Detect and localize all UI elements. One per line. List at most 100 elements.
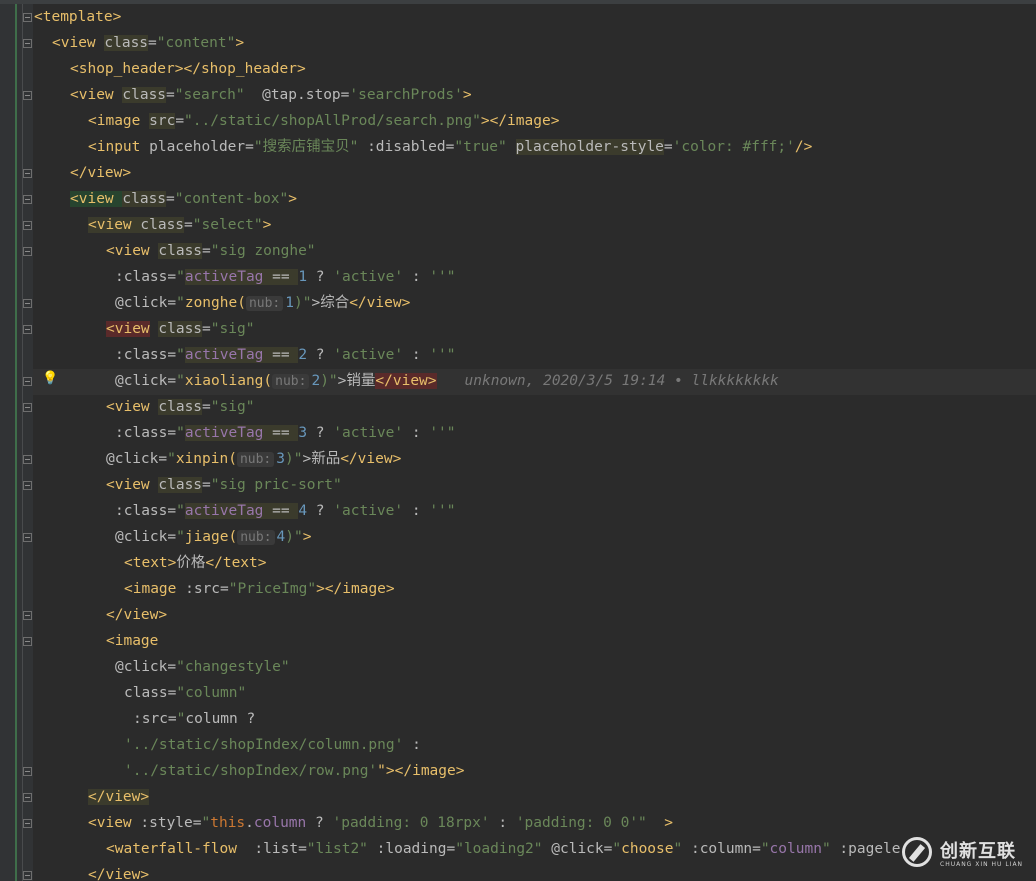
code-token: class — [158, 243, 203, 259]
fold-toggle-icon[interactable] — [23, 637, 32, 646]
code-line[interactable]: <view class="sig pric-sort" — [106, 472, 342, 498]
fold-toggle-icon[interactable] — [23, 39, 32, 48]
code-token: ? — [306, 815, 333, 831]
code-token: </view> — [88, 867, 150, 881]
parameter-hint: nub: — [236, 452, 275, 467]
code-line[interactable]: </view> — [106, 602, 167, 628]
fold-toggle-icon[interactable] — [23, 533, 32, 542]
fold-toggle-icon[interactable] — [23, 221, 32, 230]
fold-toggle-icon[interactable] — [23, 793, 32, 802]
code-line[interactable]: :class="activeTag == 2 ? 'active' : ''" — [115, 342, 456, 368]
code-token: </view> — [340, 451, 402, 467]
fold-toggle-icon[interactable] — [23, 169, 32, 178]
fold-toggle-icon[interactable] — [23, 819, 32, 828]
code-line[interactable]: <view class="select"> — [88, 212, 271, 238]
code-token: "sig" — [210, 321, 255, 337]
fold-toggle-icon[interactable] — [23, 611, 32, 620]
code-token: column ? — [185, 711, 256, 727]
code-line[interactable]: <template> — [34, 4, 121, 30]
code-line[interactable]: </view> — [88, 784, 150, 810]
code-line[interactable]: <view class="sig zonghe" — [106, 238, 316, 264]
code-token: ></image> — [480, 113, 560, 129]
code-token: = — [166, 87, 175, 103]
code-token: >销量 — [337, 373, 376, 389]
code-token: 4 — [276, 529, 286, 545]
fold-toggle-icon[interactable] — [23, 91, 32, 100]
code-line[interactable]: <view class="content-box"> — [70, 186, 297, 212]
code-token: > — [462, 87, 472, 103]
code-line[interactable]: </view> — [70, 160, 131, 186]
code-line[interactable]: <view :style="this.column ? 'padding: 0 … — [88, 810, 673, 836]
fold-toggle-icon[interactable] — [23, 13, 32, 22]
code-token: @click= — [542, 841, 613, 857]
fold-toggle-icon[interactable] — [23, 299, 32, 308]
code-token: placeholder= — [149, 139, 254, 155]
code-token: "column" — [176, 685, 247, 701]
code-token: column — [253, 815, 307, 831]
code-token: zonghe( — [184, 295, 246, 311]
code-token: " — [201, 815, 211, 831]
fold-toggle-icon[interactable] — [23, 455, 32, 464]
code-line[interactable]: <shop_header></shop_header> — [70, 56, 306, 82]
code-token: :pag — [830, 841, 875, 857]
code-token: :src= — [185, 581, 229, 597]
code-line[interactable]: '../static/shopIndex/row.png'"></image> — [124, 758, 464, 784]
code-line[interactable]: @click="changestyle" — [115, 654, 290, 680]
code-line[interactable]: <input placeholder="搜索店铺宝贝" :disabled="t… — [88, 134, 812, 160]
code-token: 'padding: 0 18rpx' — [332, 815, 490, 831]
code-line[interactable]: @click="xiaoliang(nub: 2)">销量</view> unkno… — [115, 368, 779, 394]
code-token: = — [202, 399, 211, 415]
code-line[interactable]: <image src="../static/shopAllProd/search… — [88, 108, 559, 134]
code-token: </text> — [205, 555, 267, 571]
code-line[interactable]: <image — [106, 628, 158, 654]
code-line[interactable]: <waterfall-flow :list="list2" :loading="… — [106, 836, 901, 862]
code-token: 3 — [298, 425, 308, 441]
fold-toggle-icon[interactable] — [23, 325, 32, 334]
code-line[interactable]: </view> — [88, 862, 149, 881]
fold-toggle-icon[interactable] — [23, 871, 32, 880]
code-line[interactable]: <view class="search" @tap.stop='searchPr… — [70, 82, 472, 108]
code-line[interactable]: <view class="content"> — [52, 30, 244, 56]
code-token: <image — [106, 633, 159, 649]
code-line[interactable]: @click="zonghe(nub: 1)">综合</view> — [115, 290, 410, 316]
code-line[interactable]: @click="jiage(nub: 4)"> — [115, 524, 311, 550]
fold-toggle-icon[interactable] — [23, 247, 32, 256]
code-token: )" — [285, 529, 303, 545]
code-token: class= — [124, 685, 177, 701]
code-line[interactable]: <image :src="PriceImg"></image> — [124, 576, 395, 602]
code-editor[interactable]: 💡 <template> <view class="content"> <shop_… — [0, 0, 1036, 881]
code-line[interactable]: <view class="sig" — [106, 394, 254, 420]
code-line[interactable]: <view class="sig" — [106, 316, 254, 342]
code-token: column — [769, 841, 822, 857]
code-token: <image — [124, 581, 186, 597]
code-token: 'color: #fff;' — [672, 139, 795, 155]
code-line[interactable]: '../static/shopIndex/column.png' : — [124, 732, 421, 758]
parameter-hint: nub: — [245, 296, 284, 311]
code-line[interactable]: @click="xinpin(nub: 3)">新品</view> — [106, 446, 401, 472]
code-token: = — [663, 139, 673, 155]
code-token: activeTag — [184, 347, 264, 363]
watermark-chinese: 创新互联 — [940, 841, 1016, 862]
lightbulb-icon[interactable]: 💡 — [42, 372, 58, 386]
fold-toggle-icon[interactable] — [23, 403, 32, 412]
fold-toggle-icon[interactable] — [23, 767, 32, 776]
code-line[interactable]: :class="activeTag == 1 ? 'active' : ''" — [115, 264, 456, 290]
code-token: :class= — [115, 269, 177, 285]
code-token: "select" — [192, 217, 263, 233]
code-line[interactable]: class="column" — [124, 680, 246, 706]
fold-toggle-icon[interactable] — [23, 195, 32, 204]
code-token: " — [446, 347, 456, 363]
code-token: : — [403, 347, 430, 363]
code-token: ></image> — [316, 581, 395, 597]
fold-toggle-icon[interactable] — [23, 377, 32, 386]
code-line[interactable]: :src="column ? — [133, 706, 255, 732]
code-token: </view> — [375, 373, 437, 389]
code-token: <view — [70, 87, 123, 103]
code-line[interactable]: :class="activeTag == 3 ? 'active' : ''" — [115, 420, 456, 446]
code-line[interactable]: <text>价格</text> — [124, 550, 267, 576]
code-line[interactable]: :class="activeTag == 4 ? 'active' : ''" — [115, 498, 456, 524]
fold-toggle-icon[interactable] — [23, 481, 32, 490]
code-token: " — [176, 295, 185, 311]
parameter-hint: nub: — [237, 530, 275, 545]
code-token: xinpin( — [175, 451, 237, 467]
